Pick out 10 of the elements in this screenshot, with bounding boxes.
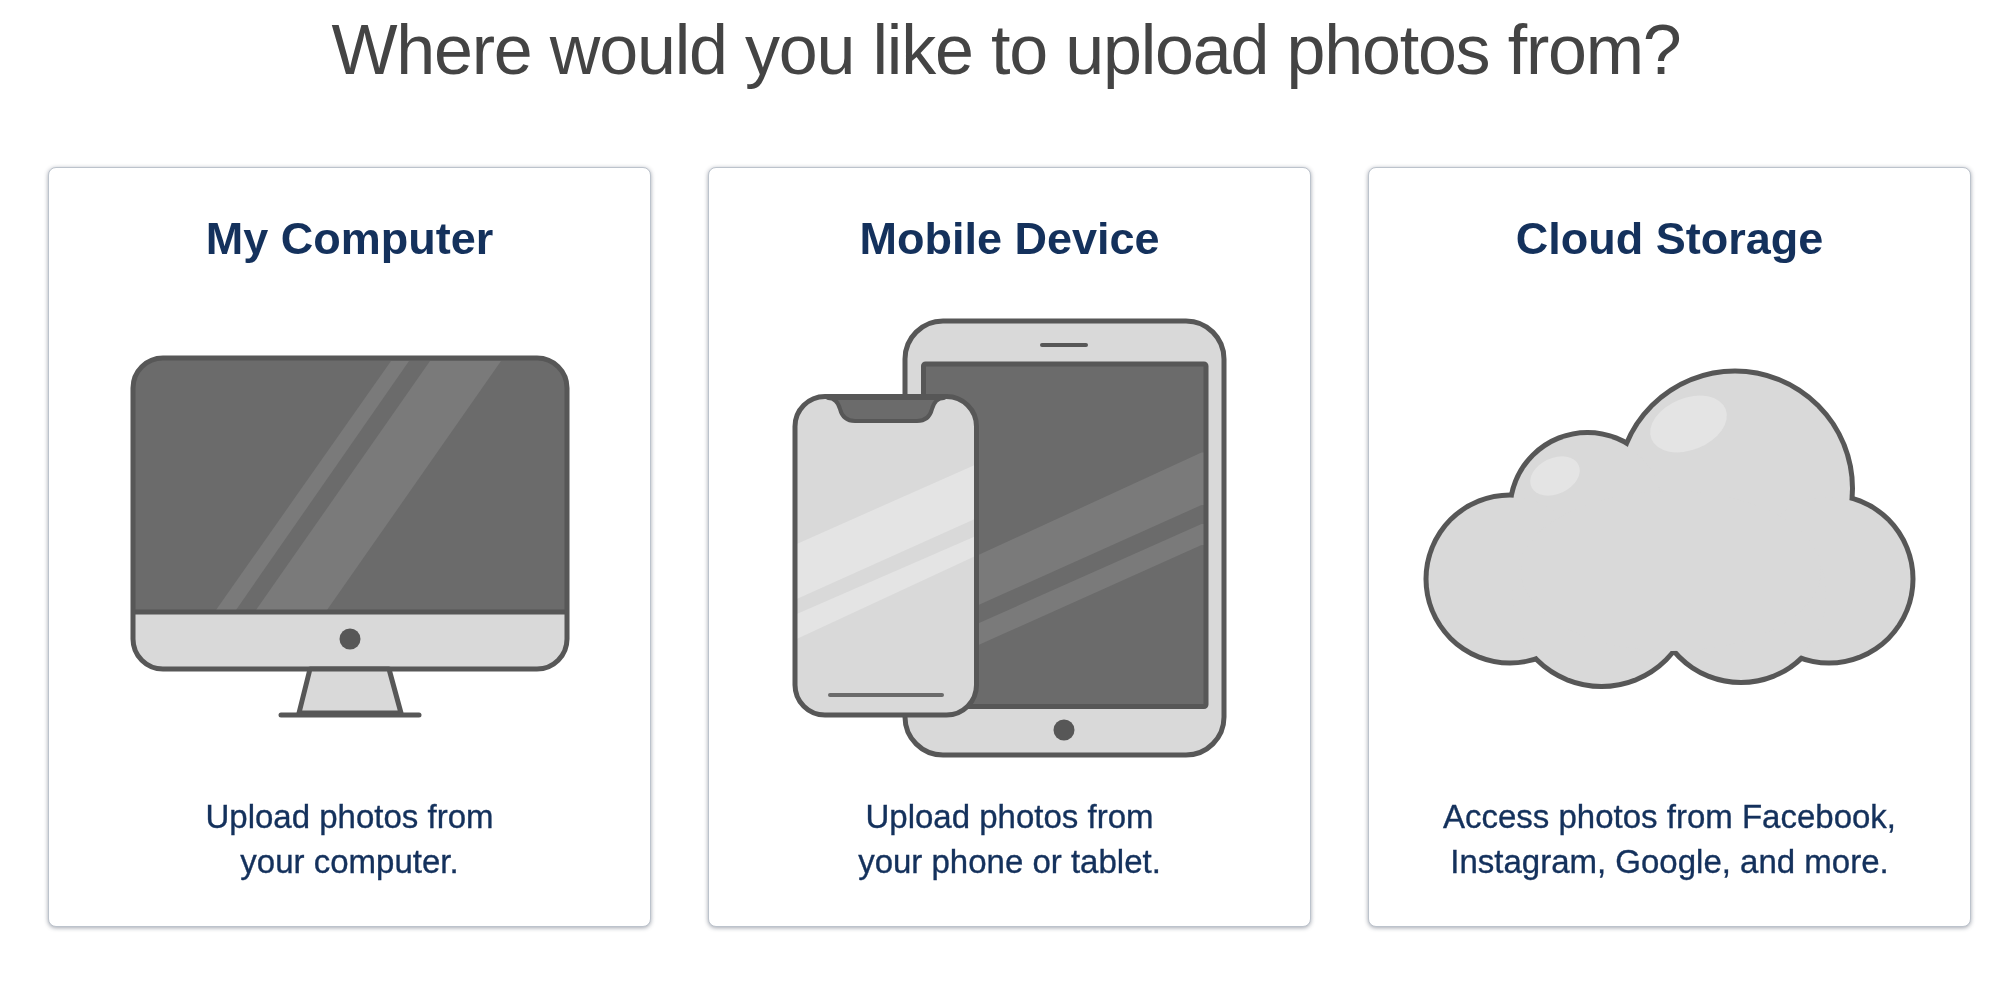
upload-source-card[interactable]: Mobile Device Upload photos from your phone or tablet.: [708, 167, 1311, 927]
card-description: Upload photos from your computer.: [205, 797, 494, 882]
card-title: Cloud Storage: [1515, 214, 1824, 264]
card-description: Upload photos from your phone or tablet.: [858, 797, 1161, 882]
card-title: My Computer: [205, 214, 494, 264]
upload-source-card[interactable]: Cloud Storage Access photos from Facebook, Instagram, Google, and more.: [1368, 167, 1971, 927]
page-heading: Where would you like to upload photos from?: [331, 10, 1681, 91]
card-description: Access photos from Facebook, Instagram, Google, and more.: [1442, 797, 1896, 882]
upload-source-card[interactable]: My Computer Upload photos from your computer.: [48, 167, 651, 927]
card-title: Mobile Device: [859, 214, 1160, 264]
